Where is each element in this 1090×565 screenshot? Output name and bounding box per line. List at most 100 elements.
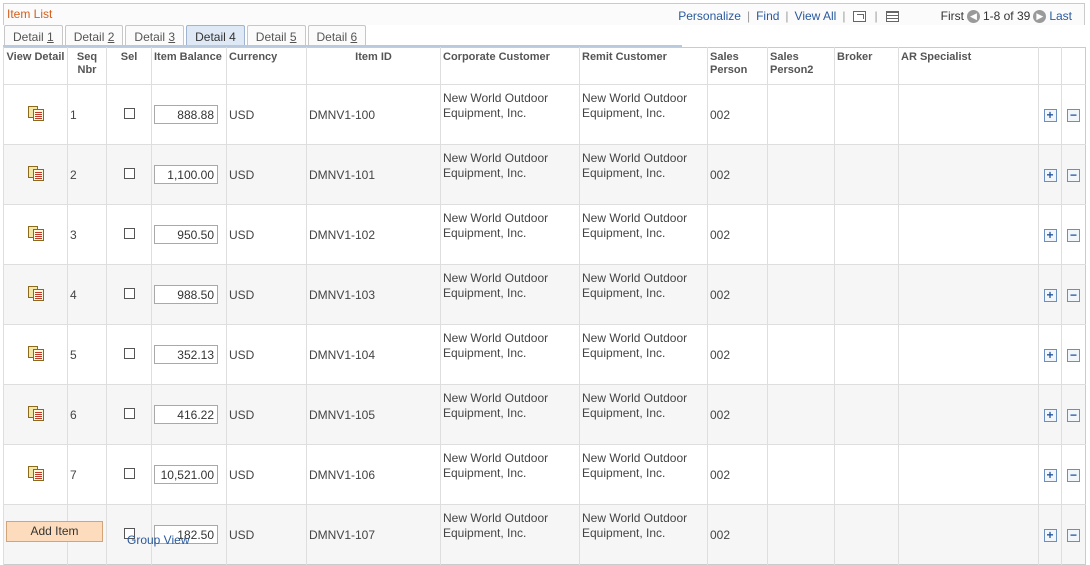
table-row: 5 352.13 USD DMNV1-104 New World Outdoor…	[3, 324, 1086, 385]
seq-nbr: 5	[67, 324, 107, 385]
col-item-id: Item ID	[306, 47, 441, 85]
currency: USD	[226, 204, 307, 265]
plus-icon[interactable]: +	[1043, 168, 1057, 182]
select-checkbox[interactable]	[123, 227, 135, 239]
grid-header: Item List Personalize | Find | View All …	[3, 3, 1085, 25]
item-id: DMNV1-101	[306, 144, 441, 205]
col-seq-nbr: Seq Nbr	[67, 47, 107, 85]
minus-icon[interactable]: −	[1067, 168, 1080, 182]
col-remit-customer: Remit Customer	[579, 47, 708, 85]
select-checkbox[interactable]	[123, 107, 135, 119]
tab-detail-4[interactable]: Detail 4	[186, 25, 245, 45]
detail-page-icon[interactable]	[27, 165, 44, 181]
detail-page-icon[interactable]	[27, 105, 44, 121]
add-item-button[interactable]: Add Item	[6, 521, 103, 542]
item-id: DMNV1-102	[306, 204, 441, 265]
item-id: DMNV1-106	[306, 444, 441, 505]
remit-customer: New World Outdoor Equipment, Inc.	[579, 444, 708, 505]
detail-page-icon[interactable]	[27, 345, 44, 361]
plus-icon[interactable]: +	[1043, 528, 1057, 542]
grid-navigation: Personalize | Find | View All | | First …	[678, 9, 1072, 23]
corporate-customer: New World Outdoor Equipment, Inc.	[440, 444, 580, 505]
select-checkbox[interactable]	[123, 467, 135, 479]
currency: USD	[226, 444, 307, 505]
currency: USD	[226, 504, 307, 565]
currency: USD	[226, 324, 307, 385]
item-balance-field[interactable]: 352.13	[154, 345, 218, 364]
col-sales-person2: Sales Person2	[767, 47, 835, 85]
item-balance-field[interactable]: 1,100.00	[154, 165, 218, 184]
sales-person: 002	[707, 144, 768, 205]
minus-icon[interactable]: −	[1067, 528, 1080, 542]
select-checkbox[interactable]	[123, 287, 135, 299]
corporate-customer: New World Outdoor Equipment, Inc.	[440, 504, 580, 565]
table-row: 4 988.50 USD DMNV1-103 New World Outdoor…	[3, 264, 1086, 325]
col-ar-specialist: AR Specialist	[898, 47, 1039, 85]
currency: USD	[226, 264, 307, 325]
select-checkbox[interactable]	[123, 347, 135, 359]
remit-customer: New World Outdoor Equipment, Inc.	[579, 84, 708, 145]
minus-icon[interactable]: −	[1067, 408, 1080, 422]
plus-icon[interactable]: +	[1043, 468, 1057, 482]
minus-icon[interactable]: −	[1067, 108, 1080, 122]
sales-person: 002	[707, 384, 768, 445]
table-row: 6 416.22 USD DMNV1-105 New World Outdoor…	[3, 384, 1086, 445]
item-id: DMNV1-100	[306, 84, 441, 145]
minus-icon[interactable]: −	[1067, 348, 1080, 362]
item-balance-field[interactable]: 950.50	[154, 225, 218, 244]
select-checkbox[interactable]	[123, 167, 135, 179]
plus-icon[interactable]: +	[1043, 408, 1057, 422]
seq-nbr: 1	[67, 84, 107, 145]
first-label: First	[940, 9, 964, 23]
remit-customer: New World Outdoor Equipment, Inc.	[579, 264, 708, 325]
corporate-customer: New World Outdoor Equipment, Inc.	[440, 384, 580, 445]
sales-person: 002	[707, 84, 768, 145]
detail-page-icon[interactable]	[27, 285, 44, 301]
item-balance-field[interactable]: 416.22	[154, 405, 218, 424]
view-all-link[interactable]: View All	[795, 9, 837, 23]
minus-icon[interactable]: −	[1067, 228, 1080, 242]
col-view-detail: View Detail	[3, 47, 68, 85]
download-icon[interactable]	[885, 10, 899, 22]
item-balance-field[interactable]: 988.50	[154, 285, 218, 304]
item-id: DMNV1-107	[306, 504, 441, 565]
tab-detail-3[interactable]: Detail 3	[125, 25, 185, 45]
select-checkbox[interactable]	[123, 407, 135, 419]
plus-icon[interactable]: +	[1043, 228, 1057, 242]
tab-detail-5[interactable]: Detail 5	[246, 25, 306, 45]
table-row: 2 1,100.00 USD DMNV1-101 New World Outdo…	[3, 144, 1086, 205]
plus-icon[interactable]: +	[1043, 108, 1057, 122]
detail-page-icon[interactable]	[27, 465, 44, 481]
tab-detail-6[interactable]: Detail 6	[307, 25, 367, 45]
next-arrow-icon[interactable]: ▶	[1033, 9, 1047, 23]
detail-page-icon[interactable]	[27, 225, 44, 241]
currency: USD	[226, 384, 307, 445]
col-currency: Currency	[226, 47, 307, 85]
table-row: 1 888.88 USD DMNV1-100 New World Outdoor…	[3, 84, 1086, 145]
detail-tabs: Detail 1 Detail 2 Detail 3 Detail 4 Deta…	[4, 25, 368, 45]
last-link[interactable]: Last	[1049, 9, 1072, 23]
sales-person: 002	[707, 444, 768, 505]
corporate-customer: New World Outdoor Equipment, Inc.	[440, 264, 580, 325]
item-list-grid: View Detail Seq Nbr Sel Item Balance Cur…	[3, 47, 1086, 565]
previous-arrow-icon[interactable]: ◀	[966, 9, 980, 23]
personalize-link[interactable]: Personalize	[678, 9, 741, 23]
col-item-balance: Item Balance	[151, 47, 227, 85]
detail-page-icon[interactable]	[27, 405, 44, 421]
col-corporate-customer: Corporate Customer	[440, 47, 580, 85]
col-sel: Sel	[106, 47, 152, 85]
remit-customer: New World Outdoor Equipment, Inc.	[579, 144, 708, 205]
item-balance-field[interactable]: 888.88	[154, 105, 218, 124]
minus-icon[interactable]: −	[1067, 468, 1080, 482]
item-balance-field[interactable]: 10,521.00	[154, 465, 218, 484]
plus-icon[interactable]: +	[1043, 348, 1057, 362]
tab-detail-1[interactable]: Detail 1	[4, 25, 63, 45]
find-link[interactable]: Find	[756, 9, 779, 23]
zoom-icon[interactable]	[853, 10, 867, 22]
plus-icon[interactable]: +	[1043, 288, 1057, 302]
group-view-link[interactable]: Group View	[127, 533, 189, 547]
corporate-customer: New World Outdoor Equipment, Inc.	[440, 144, 580, 205]
col-broker: Broker	[834, 47, 899, 85]
tab-detail-2[interactable]: Detail 2	[64, 25, 124, 45]
minus-icon[interactable]: −	[1067, 288, 1080, 302]
